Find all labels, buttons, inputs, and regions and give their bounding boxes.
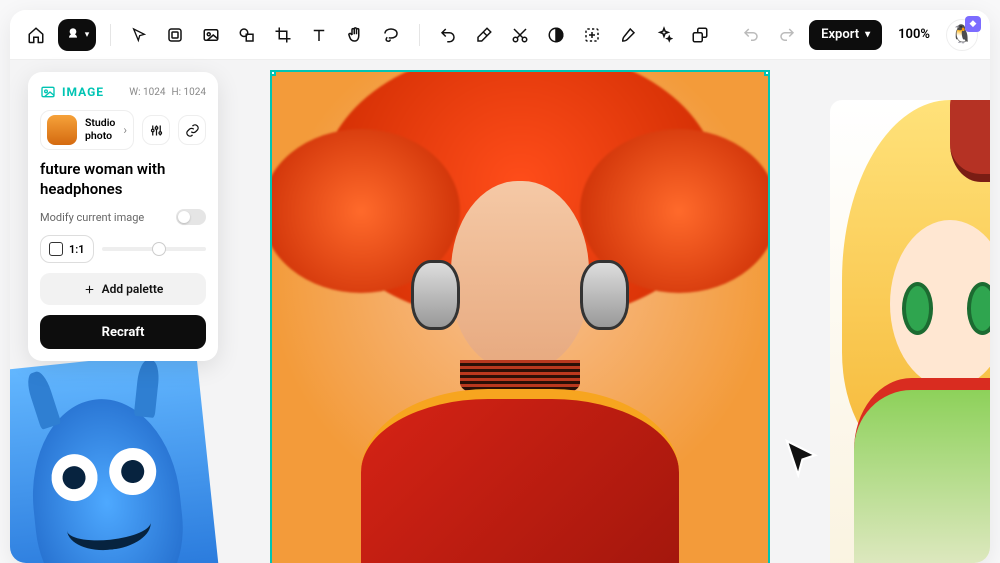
square-icon bbox=[49, 242, 63, 256]
crop-tool-icon[interactable] bbox=[269, 21, 297, 49]
pointer-tool-icon[interactable] bbox=[125, 21, 153, 49]
magic-select-icon[interactable] bbox=[578, 21, 606, 49]
link-reference-button[interactable] bbox=[178, 115, 206, 145]
mask-tool-icon[interactable] bbox=[542, 21, 570, 49]
home-icon[interactable] bbox=[22, 21, 50, 49]
prompt-input[interactable]: future woman with headphones bbox=[40, 160, 206, 199]
upscale-tool-icon[interactable] bbox=[686, 21, 714, 49]
undo-brush-icon[interactable] bbox=[434, 21, 462, 49]
chevron-down-icon: ▾ bbox=[85, 30, 90, 40]
canvas-image-monster[interactable] bbox=[10, 350, 223, 563]
image-tool-icon[interactable] bbox=[197, 21, 225, 49]
canvas-image-anime[interactable] bbox=[830, 100, 990, 563]
chevron-down-icon: ▾ bbox=[865, 29, 870, 40]
premium-badge-icon: ◆ bbox=[965, 16, 981, 32]
resize-handle-tl[interactable] bbox=[270, 70, 276, 76]
enhance-tool-icon[interactable] bbox=[650, 21, 678, 49]
modify-image-toggle[interactable] bbox=[176, 209, 206, 225]
cut-tool-icon[interactable] bbox=[506, 21, 534, 49]
resize-handle-tr[interactable] bbox=[764, 70, 770, 76]
image-properties-panel: IMAGE W: 1024 H: 1024 Studio photo › fut… bbox=[28, 72, 218, 361]
tune-settings-button[interactable] bbox=[142, 115, 170, 145]
image-dimensions: W: 1024 H: 1024 bbox=[129, 87, 206, 98]
cursor-pointer-icon bbox=[784, 438, 818, 478]
undo-icon[interactable] bbox=[737, 21, 765, 49]
separator bbox=[110, 24, 111, 46]
eraser-tool-icon[interactable] bbox=[470, 21, 498, 49]
separator bbox=[419, 24, 420, 46]
lasso-tool-icon[interactable] bbox=[377, 21, 405, 49]
app-window: ▾ bbox=[10, 10, 990, 563]
style-selector[interactable]: Studio photo › bbox=[40, 110, 134, 150]
selected-image[interactable] bbox=[270, 70, 770, 563]
brush-tool-icon[interactable] bbox=[614, 21, 642, 49]
recraft-button[interactable]: Recraft bbox=[40, 315, 206, 349]
redo-icon[interactable] bbox=[773, 21, 801, 49]
zoom-level[interactable]: 100% bbox=[890, 20, 938, 50]
style-label: Studio photo bbox=[85, 117, 115, 142]
add-palette-button[interactable]: Add palette bbox=[40, 273, 206, 305]
slider-thumb[interactable] bbox=[152, 242, 166, 256]
style-thumbnail bbox=[47, 115, 77, 145]
chevron-right-icon: › bbox=[123, 123, 127, 137]
hand-tool-icon[interactable] bbox=[341, 21, 369, 49]
shapes-tool-icon[interactable] bbox=[233, 21, 261, 49]
top-toolbar: ▾ bbox=[10, 10, 990, 60]
modify-image-label: Modify current image bbox=[40, 211, 144, 224]
text-tool-icon[interactable] bbox=[305, 21, 333, 49]
export-button[interactable]: Export ▾ bbox=[809, 20, 882, 50]
user-avatar[interactable]: 🐧 ◆ bbox=[946, 19, 978, 51]
aspect-ratio-button[interactable]: 1:1 bbox=[40, 235, 94, 263]
aspect-slider[interactable] bbox=[102, 247, 206, 251]
export-label: Export bbox=[821, 27, 859, 42]
panel-title: IMAGE bbox=[40, 84, 104, 100]
generated-image bbox=[272, 72, 768, 563]
brand-menu[interactable]: ▾ bbox=[58, 19, 96, 51]
frame-tool-icon[interactable] bbox=[161, 21, 189, 49]
